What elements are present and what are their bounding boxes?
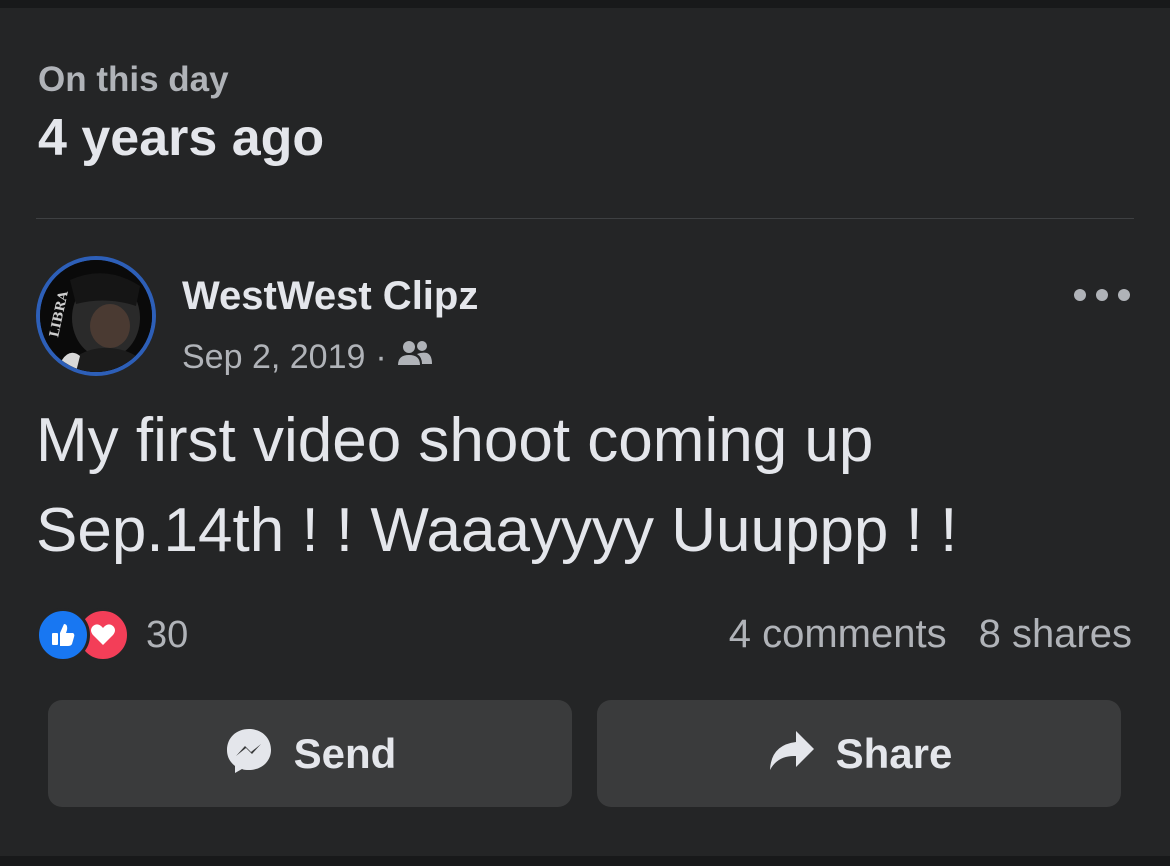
post-text: My first video shoot coming up Sep.14th …: [36, 406, 958, 565]
avatar-image: LIBRA: [40, 260, 152, 372]
memory-subtitle: On this day: [38, 60, 229, 99]
share-arrow-icon: [766, 728, 816, 779]
share-button[interactable]: Share: [597, 700, 1121, 807]
post-meta: Sep 2, 2019 ·: [182, 338, 433, 377]
share-label: Share: [835, 729, 953, 777]
divider: [36, 218, 1134, 219]
more-options-icon[interactable]: [1074, 280, 1130, 310]
send-label: Send: [293, 729, 397, 777]
memory-title: 4 years ago: [38, 109, 325, 167]
memory-card: On this day 4 years ago LIBRA WestWest C…: [0, 8, 1170, 856]
like-icon: [36, 608, 90, 662]
reactions-summary[interactable]: 30: [36, 608, 188, 662]
messenger-icon: [224, 726, 274, 781]
reaction-count: 30: [146, 613, 189, 656]
avatar[interactable]: LIBRA: [36, 256, 156, 376]
comments-count[interactable]: 4 comments: [729, 612, 947, 657]
author-name[interactable]: WestWest Clipz: [182, 274, 478, 319]
post-date[interactable]: Sep 2, 2019: [182, 338, 365, 377]
meta-separator: ·: [375, 338, 387, 376]
send-button[interactable]: Send: [48, 700, 572, 807]
friends-icon[interactable]: [397, 338, 433, 377]
shares-count[interactable]: 8 shares: [979, 612, 1132, 657]
post-stats: 4 comments 8 shares: [729, 612, 1132, 657]
